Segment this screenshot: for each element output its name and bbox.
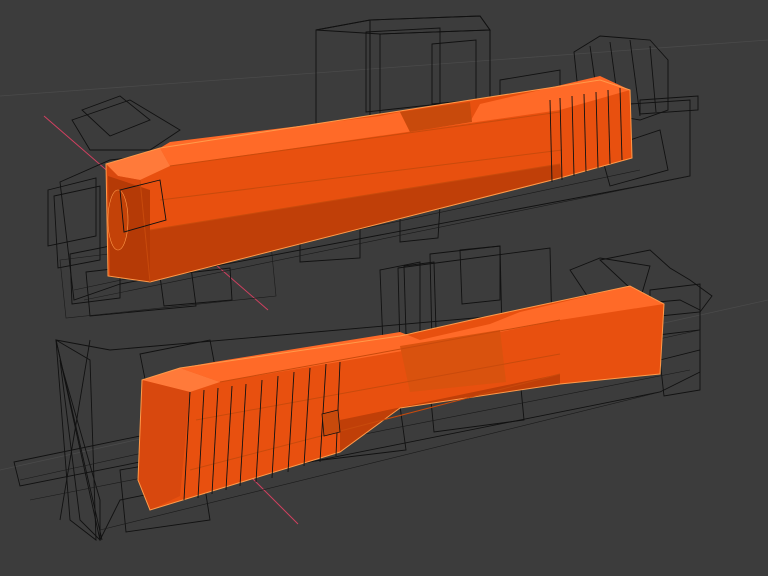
scene-canvas[interactable] bbox=[0, 0, 768, 576]
vent-box-bottom bbox=[321, 409, 341, 437]
locomotive-top[interactable] bbox=[47, 15, 699, 319]
hood-main-fill bbox=[138, 286, 664, 510]
hood-body-bottom[interactable] bbox=[137, 285, 665, 511]
hood-body-top[interactable] bbox=[105, 76, 633, 283]
grid-lines bbox=[0, 39, 768, 525]
3d-viewport[interactable] bbox=[0, 0, 768, 576]
locomotive-bottom[interactable] bbox=[13, 245, 713, 542]
